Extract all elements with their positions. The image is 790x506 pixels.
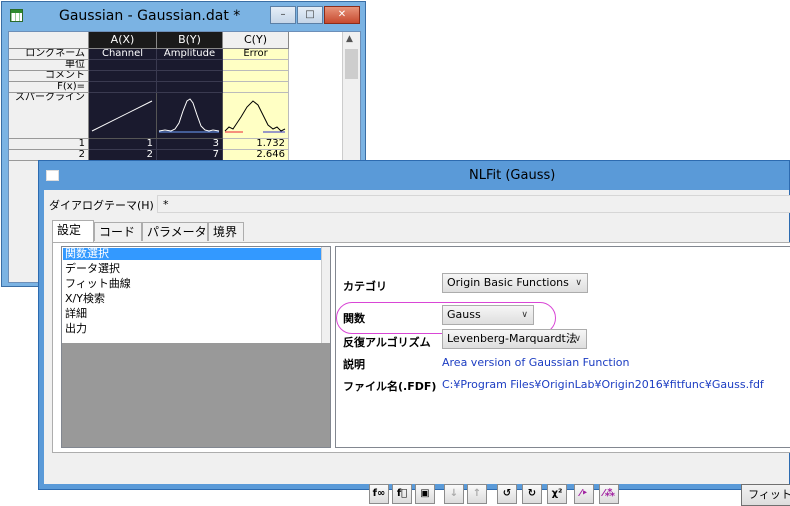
category-label: カテゴリ (343, 280, 387, 293)
units-cell-a[interactable] (89, 60, 157, 71)
data-cell-c1[interactable]: 1.732 (223, 139, 289, 150)
worksheet-icon (10, 9, 23, 22)
sparkline-c-graphic (224, 100, 286, 133)
settings-panel: 関数選択 データ選択 フィット曲線 X/Y検索 詳細 出力 カテゴリ Origi… (52, 242, 790, 453)
chevron-down-icon: ∨ (574, 334, 581, 344)
fx-cell-c[interactable] (223, 82, 289, 93)
tab-bounds[interactable]: 境界 (208, 222, 244, 241)
sparkline-a-graphic (91, 100, 153, 132)
chevron-down-icon: ∨ (575, 278, 582, 288)
dialog-theme-label[interactable]: ダイアログテーマ(H) (49, 197, 154, 213)
sparkline-a[interactable] (89, 93, 157, 139)
category-dropdown[interactable]: Origin Basic Functions ∨ (442, 273, 588, 293)
dialog-title: NLFit (Gauss) (469, 168, 556, 183)
column-header-b[interactable]: B(Y) (157, 32, 223, 49)
function-value: Gauss (447, 308, 481, 321)
sparkline-b[interactable] (157, 93, 223, 139)
function-dropdown[interactable]: Gauss ∨ (442, 305, 534, 325)
chevron-down-icon: ∨ (521, 310, 528, 320)
settings-nav-list[interactable]: 関数選択 データ選択 フィット曲線 X/Y検索 詳細 出力 (61, 246, 331, 448)
minimize-button[interactable]: – (270, 6, 296, 24)
chi-square-icon[interactable]: χ² (547, 484, 567, 504)
fit-button[interactable]: フィット (741, 484, 790, 506)
nav-item-function-selection[interactable]: 関数選択 (63, 248, 321, 260)
longname-cell-c[interactable]: Error (223, 49, 289, 60)
filename-label: ファイル名(.FDF) (343, 380, 437, 393)
algorithm-dropdown[interactable]: Levenberg-Marquardt法 ∨ (442, 329, 587, 349)
nav-item-xy-find[interactable]: X/Y検索 (63, 293, 321, 305)
worksheet-titlebar[interactable]: Gaussian - Gaussian.dat * – □ ✕ (2, 2, 365, 30)
sort-down-icon[interactable]: ↓ (444, 484, 464, 504)
one-iteration-icon[interactable]: ↺ (497, 484, 517, 504)
tab-code[interactable]: コード (94, 222, 142, 241)
filename-value[interactable]: C:¥Program Files¥OriginLab¥Origin2016¥fi… (442, 378, 764, 391)
tab-settings[interactable]: 設定 (52, 220, 94, 242)
sparkline-c[interactable] (223, 93, 289, 139)
tab-parameters[interactable]: パラメータ (142, 222, 208, 241)
grid-corner[interactable] (9, 32, 89, 49)
data-cell-a1[interactable]: 1 (89, 139, 157, 150)
row-label-longname[interactable]: ロングネーム (9, 49, 89, 60)
function-selection-panel: カテゴリ Origin Basic Functions ∨ 関数 Gauss ∨… (335, 246, 790, 448)
units-cell-c[interactable] (223, 60, 289, 71)
fx-edit-icon[interactable]: f⃞ (392, 484, 412, 504)
dialog-theme-row: ダイアログテーマ(H) * (44, 190, 790, 218)
function-label: 関数 (343, 312, 365, 325)
fx-cell-b[interactable] (157, 82, 223, 93)
algorithm-label: 反復アルゴリズム (343, 336, 431, 349)
column-header-a[interactable]: A(X) (89, 32, 157, 49)
comment-cell-a[interactable] (89, 71, 157, 82)
category-value: Origin Basic Functions (447, 276, 569, 289)
dialog-window-icon (46, 170, 59, 181)
nav-list-empty-area (62, 343, 330, 447)
scroll-thumb[interactable] (345, 49, 358, 79)
maximize-button[interactable]: □ (297, 6, 323, 24)
nav-item-data-selection[interactable]: データ選択 (63, 263, 321, 275)
row-index-1[interactable]: 1 (9, 139, 89, 150)
fit-all-icon[interactable]: ⁄⁂ (599, 484, 619, 504)
save-icon[interactable]: ▣ (415, 484, 435, 504)
fit-until-converge-icon[interactable]: ⁄‣ (574, 484, 594, 504)
algorithm-value: Levenberg-Marquardt法 (447, 332, 577, 345)
row-label-comments[interactable]: コメント (9, 71, 89, 82)
fx-cell-a[interactable] (89, 82, 157, 93)
dialog-body: ダイアログテーマ(H) * 設定 コード パラメータ 境界 関数選択 データ選択… (44, 190, 790, 506)
data-cell-b1[interactable]: 3 (157, 139, 223, 150)
dialog-titlebar[interactable]: NLFit (Gauss) (39, 161, 789, 190)
longname-cell-a[interactable]: Channel (89, 49, 157, 60)
units-cell-b[interactable] (157, 60, 223, 71)
nav-item-fitted-curves[interactable]: フィット曲線 (63, 278, 321, 290)
row-label-sparkline[interactable]: スパークライン (9, 93, 89, 139)
comment-cell-b[interactable] (157, 71, 223, 82)
nav-item-advanced[interactable]: 詳細 (63, 308, 321, 320)
description-value: Area version of Gaussian Function (442, 356, 630, 369)
nav-list-scrollbar[interactable] (321, 247, 330, 343)
row-label-units[interactable]: 単位 (9, 60, 89, 71)
description-label: 説明 (343, 358, 365, 371)
row-label-fx[interactable]: F(x)= (9, 82, 89, 93)
nav-item-output[interactable]: 出力 (63, 323, 321, 335)
sort-up-icon[interactable]: ↑ (467, 484, 487, 504)
dialog-theme-field[interactable]: * (157, 195, 790, 213)
comment-cell-c[interactable] (223, 71, 289, 82)
close-button[interactable]: ✕ (324, 6, 360, 24)
fx-new-icon[interactable]: f∞ (369, 484, 389, 504)
sparkline-b-graphic (158, 98, 220, 133)
worksheet-title: Gaussian - Gaussian.dat * (59, 8, 241, 24)
nlfit-dialog[interactable]: NLFit (Gauss) ダイアログテーマ(H) * 設定 コード パラメータ… (38, 160, 790, 506)
longname-cell-b[interactable]: Amplitude (157, 49, 223, 60)
column-header-c[interactable]: C(Y) (223, 32, 289, 49)
scroll-up-icon[interactable]: ▲ (346, 34, 353, 44)
iterations-icon[interactable]: ↻ (522, 484, 542, 504)
